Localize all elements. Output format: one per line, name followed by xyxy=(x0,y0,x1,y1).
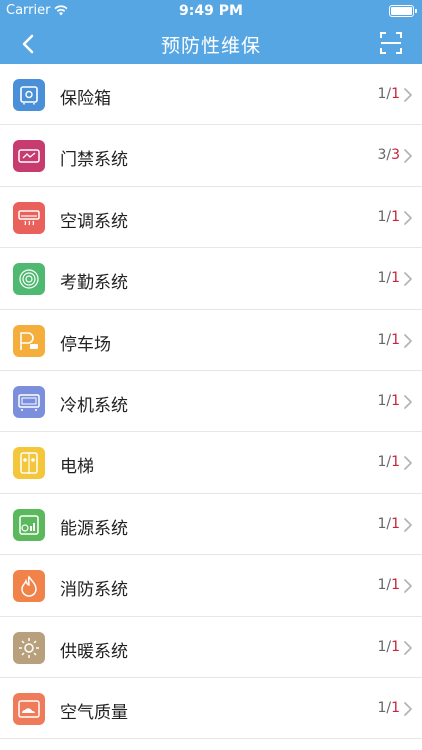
item-total-count: 1 xyxy=(391,208,400,225)
list-item[interactable]: 考勤系统 1/1 xyxy=(0,248,422,310)
status-time: 9:49 PM xyxy=(179,3,243,19)
item-label: 空调系统 xyxy=(60,211,128,232)
chiller-icon xyxy=(13,385,45,418)
page-title: 预防性维保 xyxy=(160,35,261,57)
battery-icon xyxy=(389,5,417,17)
item-total-count: 1 xyxy=(391,638,400,655)
item-label: 消防系统 xyxy=(60,580,128,601)
list-item[interactable]: 门禁系统 3/3 xyxy=(0,125,422,187)
status-bar: Carrier 9:49 PM xyxy=(0,0,422,22)
list-item[interactable]: 能源系统 1/1 xyxy=(0,494,422,556)
chevron-right-icon xyxy=(404,517,412,532)
chevron-right-icon xyxy=(404,272,412,287)
fire-icon xyxy=(13,570,45,603)
chevron-right-icon xyxy=(404,640,412,655)
system-list: 保险箱 1/1 门禁系统 3/3 空调系统 1/1 考勤系统 1/1 停车场 1/1 冷机系统 1/1… xyxy=(0,64,422,740)
item-total-count: 1 xyxy=(391,270,400,287)
list-item[interactable]: 停车场 1/1 xyxy=(0,310,422,371)
list-item[interactable]: 保险箱 1/1 xyxy=(0,64,422,126)
item-progress: 1/1 xyxy=(377,454,400,470)
chevron-right-icon xyxy=(404,210,412,225)
item-label: 电梯 xyxy=(60,457,94,478)
item-label: 保险箱 xyxy=(60,89,111,109)
item-label: 门禁系统 xyxy=(60,150,128,171)
chevron-right-icon xyxy=(404,395,412,409)
item-progress: 1/1 xyxy=(377,270,400,286)
chevron-right-icon xyxy=(404,702,412,716)
item-total-count: 1 xyxy=(391,331,400,348)
item-progress: 1/1 xyxy=(377,209,400,225)
item-label: 能源系统 xyxy=(60,518,128,539)
list-item[interactable]: 冷机系统 1/1 xyxy=(0,371,422,433)
fingerprint-icon xyxy=(13,263,45,296)
safe-icon xyxy=(13,79,45,111)
chevron-right-icon xyxy=(404,88,412,102)
list-item[interactable]: 电梯 1/1 xyxy=(0,432,422,494)
chevron-right-icon xyxy=(404,579,412,594)
item-progress: 1/1 xyxy=(377,639,400,655)
item-label: 空气质量 xyxy=(60,702,128,723)
item-total-count: 1 xyxy=(391,577,400,594)
list-item[interactable]: 供暖系统 1/1 xyxy=(0,617,422,678)
list-item[interactable]: 空气质量 1/1 xyxy=(0,678,422,740)
scan-button[interactable] xyxy=(380,32,402,54)
nav-bar: 预防性维保 xyxy=(0,22,422,64)
parking-icon xyxy=(13,324,45,357)
item-label: 考勤系统 xyxy=(60,273,128,294)
item-total-count: 1 xyxy=(391,392,400,409)
item-total-count: 1 xyxy=(391,86,400,102)
chevron-right-icon xyxy=(404,456,412,471)
energy-meter-icon xyxy=(13,508,45,541)
elevator-icon xyxy=(13,447,45,480)
item-progress: 1/1 xyxy=(377,332,400,348)
access-card-icon xyxy=(13,140,45,173)
item-total-count: 1 xyxy=(391,699,400,716)
air-conditioner-icon xyxy=(13,201,45,234)
item-label: 供暖系统 xyxy=(60,641,128,662)
item-progress: 3/3 xyxy=(377,147,400,163)
header: Carrier 9:49 PM 预防性维保 xyxy=(0,0,422,64)
item-total-count: 1 xyxy=(391,454,400,471)
item-total-count: 3 xyxy=(391,147,400,164)
list-item[interactable]: 消防系统 1/1 xyxy=(0,555,422,617)
air-quality-icon xyxy=(13,692,45,725)
item-progress: 1/1 xyxy=(377,86,400,102)
item-label: 冷机系统 xyxy=(60,395,128,416)
item-total-count: 1 xyxy=(391,515,400,532)
item-label: 停车场 xyxy=(60,334,111,355)
list-item[interactable]: 空调系统 1/1 xyxy=(0,187,422,249)
sun-heating-icon xyxy=(13,631,45,664)
item-progress: 1/1 xyxy=(377,700,400,716)
chevron-right-icon xyxy=(404,149,412,164)
item-progress: 1/1 xyxy=(377,393,400,409)
chevron-right-icon xyxy=(404,333,412,348)
item-progress: 1/1 xyxy=(377,577,400,593)
item-progress: 1/1 xyxy=(377,516,400,532)
